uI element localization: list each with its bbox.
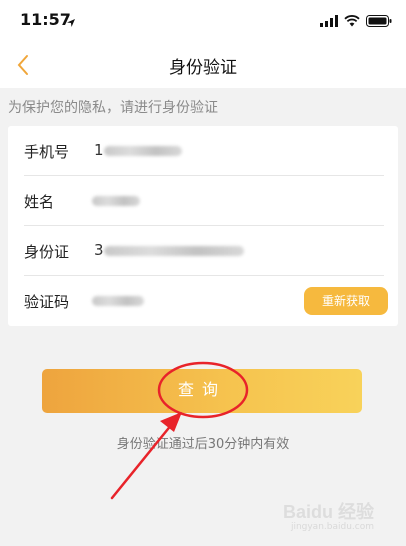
name-row[interactable]: 姓名: [8, 176, 398, 226]
phone-label: 手机号: [24, 143, 70, 161]
validity-note: 身份验证通过后30分钟内有效: [116, 437, 290, 452]
redacted-code: [92, 296, 144, 306]
id-card-row[interactable]: 身份证 3: [8, 226, 398, 276]
watermark-logo: Baidu 经验: [282, 502, 374, 522]
query-button[interactable]: 查询: [42, 369, 362, 413]
status-bar: 11:57: [0, 0, 406, 42]
wifi-icon: [344, 12, 360, 31]
status-time: 11:57: [20, 10, 71, 29]
code-label: 验证码: [24, 293, 70, 311]
signal-icon: [320, 12, 338, 31]
code-row[interactable]: 验证码 重新获取: [8, 276, 398, 326]
phone-field[interactable]: 1: [94, 141, 104, 159]
verification-form: 手机号 1 姓名 身份证 3 验证码 重新获取: [8, 126, 398, 326]
resend-code-button[interactable]: 重新获取: [304, 287, 388, 315]
page-title: 身份验证: [169, 58, 237, 78]
status-icons: [320, 12, 392, 31]
redacted-name: [92, 196, 140, 206]
phone-row[interactable]: 手机号 1: [8, 126, 398, 176]
annotation-arrow-head: [160, 412, 182, 432]
redacted-phone: [104, 146, 182, 156]
watermark-url: jingyan.baidu.com: [290, 522, 374, 532]
location-arrow-icon: [66, 13, 76, 32]
redacted-id-card: [104, 246, 244, 256]
battery-icon: [366, 12, 392, 31]
nav-bar: 身份验证: [0, 42, 406, 88]
id-card-field[interactable]: 3: [94, 241, 104, 259]
name-label: 姓名: [24, 193, 55, 211]
privacy-hint: 为保护您的隐私，请进行身份验证: [8, 100, 218, 116]
id-card-label: 身份证: [24, 243, 70, 261]
